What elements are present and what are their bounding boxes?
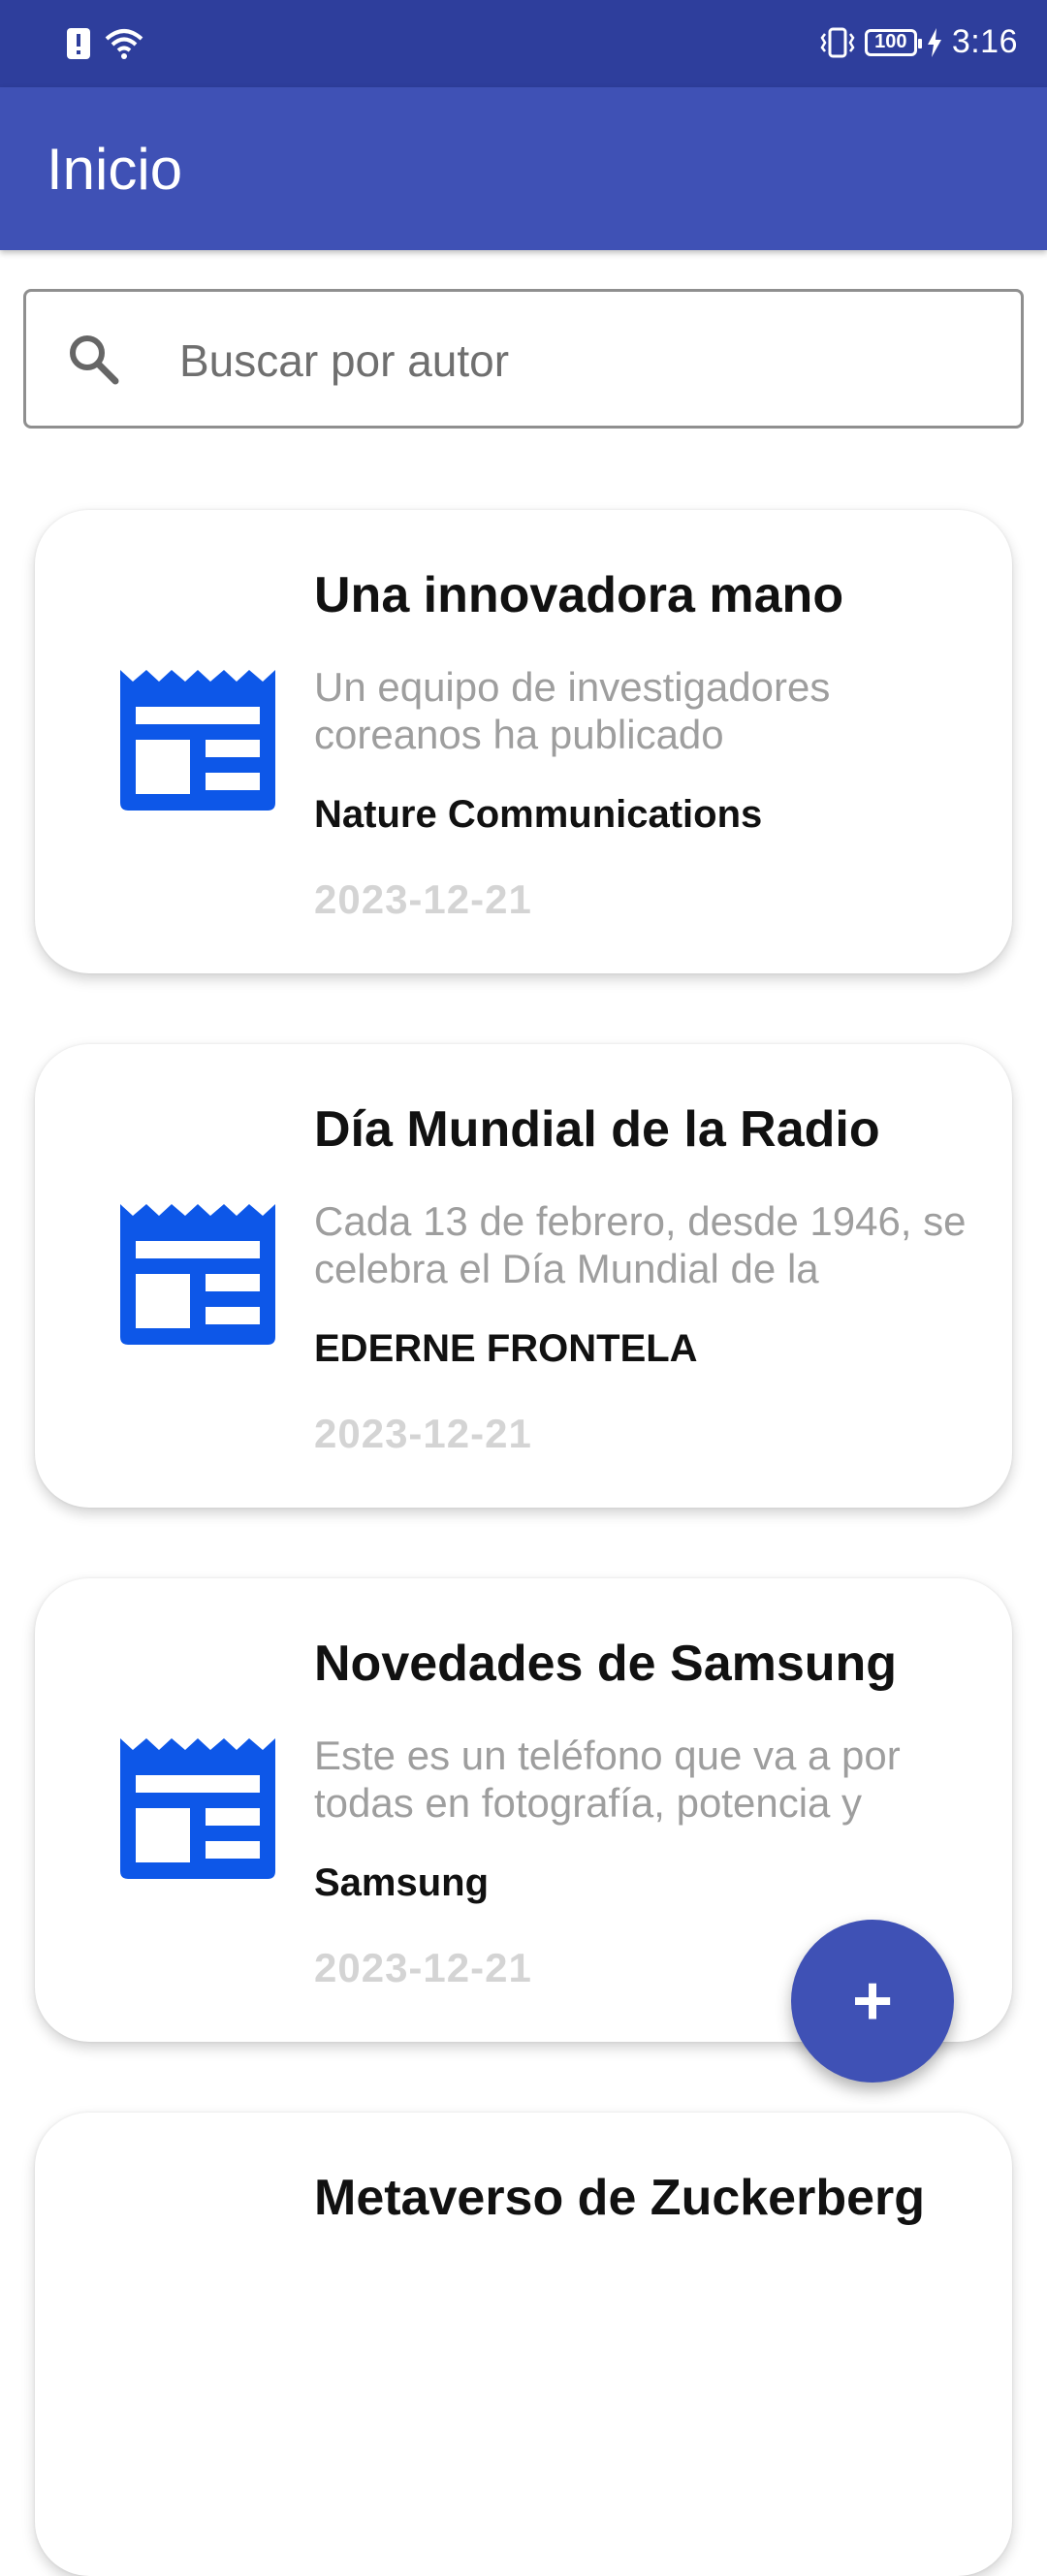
news-author: Nature Communications: [314, 793, 763, 836]
search-icon: [70, 335, 119, 385]
app-bar: Inicio: [0, 87, 1047, 250]
news-title: Novedades de Samsung: [314, 1636, 898, 1692]
search-input[interactable]: [177, 331, 976, 391]
news-date: 2023-12-21: [314, 1411, 532, 1456]
news-card[interactable]: Una innovadora mano Un equipo de investi…: [35, 510, 1012, 973]
news-description: Cada 13 de febrero, desde 1946, se celeb…: [314, 1198, 967, 1291]
newspaper-icon: [120, 1204, 275, 1345]
news-author: Samsung: [314, 1861, 490, 1904]
wifi-icon: [105, 29, 143, 59]
add-news-button[interactable]: +: [791, 1920, 954, 2083]
news-description: Este es un teléfono que va a por todas e…: [314, 1733, 901, 1826]
news-date: 2023-12-21: [314, 1945, 532, 1990]
news-author: EDERNE FRONTELA: [314, 1327, 698, 1370]
newspaper-icon: [120, 670, 275, 811]
news-title: Metaverso de Zuckerberg: [314, 2170, 926, 2226]
news-title: Día Mundial de la Radio: [314, 1101, 880, 1158]
news-description: Un equipo de investigadores coreanos ha …: [314, 664, 831, 757]
newspaper-icon: [120, 1738, 275, 1879]
plus-icon: +: [851, 1962, 894, 2040]
alert-notification-icon: [67, 28, 90, 59]
battery-icon: 100: [864, 28, 922, 56]
charging-icon: [927, 27, 941, 57]
search-box[interactable]: [23, 289, 1024, 429]
status-time: 3:16: [951, 23, 1018, 60]
news-date: 2023-12-21: [314, 876, 532, 922]
status-bar: 100 3:16: [0, 0, 1047, 87]
news-title: Una innovadora mano: [314, 567, 844, 623]
vibrate-icon: [820, 27, 855, 57]
news-card[interactable]: Metaverso de Zuckerberg: [35, 2113, 1012, 2576]
news-card[interactable]: Día Mundial de la Radio Cada 13 de febre…: [35, 1044, 1012, 1508]
page-title: Inicio: [47, 137, 183, 202]
